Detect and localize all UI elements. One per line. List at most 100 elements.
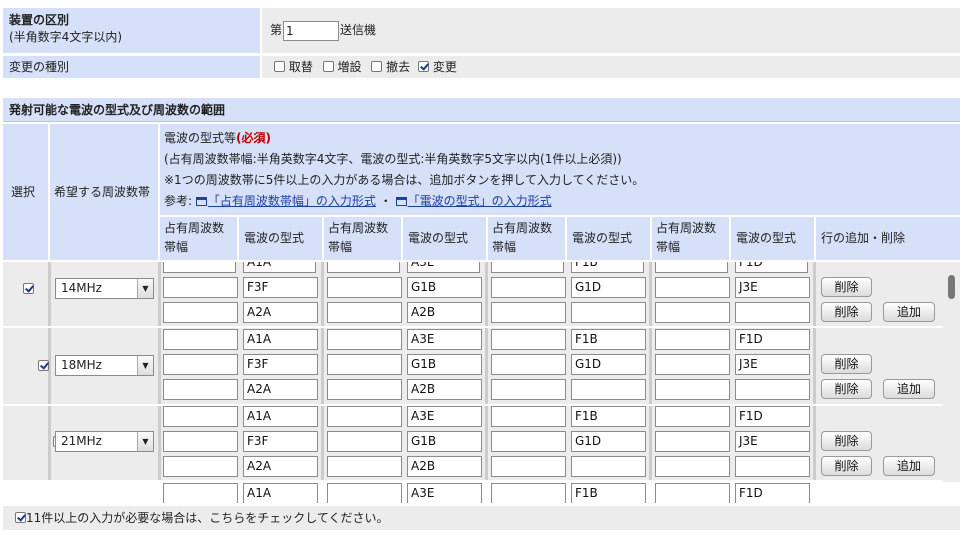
bandwidth-input[interactable] [163, 277, 238, 298]
emission-format-link[interactable]: 「電波の型式」の入力形式 [408, 194, 552, 208]
add-button[interactable]: 追加 [883, 456, 935, 476]
bandwidth-input[interactable] [327, 379, 402, 400]
emission-type-input[interactable]: F1B [571, 262, 644, 273]
bandwidth-input[interactable] [491, 277, 566, 298]
emission-type-input[interactable]: F3F [243, 431, 318, 452]
emission-type-input[interactable]: G1D [571, 431, 646, 452]
emission-type-input[interactable] [735, 302, 810, 323]
bandwidth-input[interactable] [655, 379, 730, 400]
bandwidth-input[interactable] [491, 354, 566, 375]
emission-type-input[interactable]: F3F [243, 277, 318, 298]
emission-type-input[interactable]: A3E [407, 406, 482, 427]
bandwidth-input[interactable] [163, 354, 238, 375]
change-option-replace[interactable]: 取替 [274, 60, 313, 74]
emission-type-input[interactable]: F1D [735, 262, 808, 273]
bandwidth-input[interactable] [491, 329, 566, 350]
change-option-remove[interactable]: 撤去 [371, 60, 410, 74]
emission-type-input[interactable]: A2A [243, 379, 318, 400]
emission-type-input[interactable]: A2A [243, 456, 318, 477]
emission-type-input[interactable]: G1D [571, 354, 646, 375]
emission-type-input[interactable]: F1D [735, 406, 810, 427]
bandwidth-input[interactable] [655, 483, 730, 503]
group-select-checkbox[interactable] [23, 283, 34, 294]
bandwidth-input[interactable] [327, 456, 402, 477]
bandwidth-input[interactable] [163, 483, 238, 503]
emission-type-input[interactable]: J3E [735, 277, 810, 298]
bandwidth-input[interactable] [327, 302, 402, 323]
emission-type-input[interactable] [735, 456, 810, 477]
change-option-add[interactable]: 増設 [322, 60, 362, 74]
change-option-change[interactable]: 変更 [418, 60, 457, 74]
bandwidth-input[interactable] [327, 406, 402, 427]
bandwidth-input[interactable] [655, 277, 730, 298]
emission-type-input[interactable]: G1B [407, 277, 482, 298]
bandwidth-input[interactable] [655, 354, 730, 375]
bandwidth-input[interactable] [655, 431, 730, 452]
bandwidth-input[interactable] [491, 302, 566, 323]
emission-type-input[interactable]: A1A [243, 406, 318, 427]
bandwidth-input[interactable] [163, 329, 238, 350]
bandwidth-input[interactable] [327, 354, 402, 375]
bandwidth-input[interactable] [491, 379, 566, 400]
emission-type-input[interactable]: A2B [407, 379, 482, 400]
remove-checkbox[interactable] [371, 61, 383, 72]
bandwidth-input[interactable] [655, 329, 730, 350]
more-entries-checkbox[interactable] [15, 512, 26, 523]
emission-type-input[interactable]: G1D [571, 277, 646, 298]
emission-type-input[interactable]: F1B [571, 483, 646, 503]
bandwidth-input[interactable] [163, 262, 236, 273]
bandwidth-input[interactable] [491, 262, 564, 273]
emission-type-input[interactable]: J3E [735, 354, 810, 375]
bandwidth-input[interactable] [163, 406, 238, 427]
bandwidth-input[interactable] [491, 483, 566, 503]
bandwidth-input[interactable] [327, 277, 402, 298]
delete-button[interactable]: 削除 [821, 277, 872, 297]
replace-checkbox[interactable] [274, 61, 285, 72]
emission-type-input[interactable] [571, 302, 646, 323]
bandwidth-input[interactable] [327, 262, 400, 273]
emission-type-input[interactable] [571, 379, 646, 400]
emission-type-input[interactable]: F3F [243, 354, 318, 375]
emission-type-input[interactable]: F1B [571, 329, 646, 350]
bandwidth-input[interactable] [655, 456, 730, 477]
emission-type-input[interactable]: A2A [243, 302, 318, 323]
add-button[interactable]: 追加 [883, 379, 935, 399]
emission-type-input[interactable]: G1B [407, 431, 482, 452]
emission-type-input[interactable]: A3E [407, 262, 480, 273]
device-number-input[interactable]: 1 [283, 20, 340, 41]
bandwidth-input[interactable] [163, 302, 238, 323]
emission-type-input[interactable]: A1A [243, 329, 318, 350]
emission-type-input[interactable]: A3E [407, 329, 482, 350]
frequency-select[interactable]: 18MHz ▼ [55, 355, 154, 376]
bandwidth-input[interactable] [327, 431, 402, 452]
emission-type-input[interactable]: F1D [735, 329, 810, 350]
emission-type-input[interactable]: A3E [407, 483, 482, 503]
group-select-checkbox[interactable] [37, 360, 49, 371]
add-checkbox[interactable] [322, 61, 334, 72]
delete-button[interactable]: 削除 [821, 354, 872, 374]
emission-type-input[interactable]: F1B [571, 406, 646, 427]
bandwidth-input[interactable] [163, 379, 238, 400]
bandwidth-input[interactable] [655, 302, 730, 323]
emission-type-input[interactable]: A2B [407, 456, 482, 477]
change-checkbox[interactable] [418, 61, 430, 72]
delete-button[interactable]: 削除 [821, 379, 872, 399]
emission-type-input[interactable] [571, 456, 646, 477]
emission-type-input[interactable]: A1A [243, 262, 316, 273]
bandwidth-input[interactable] [655, 406, 730, 427]
bandwidth-input[interactable] [491, 431, 566, 452]
scrollbar-thumb[interactable] [948, 275, 955, 299]
emission-type-input[interactable]: A2B [407, 302, 482, 323]
bandwidth-input[interactable] [491, 456, 566, 477]
delete-button[interactable]: 削除 [821, 302, 872, 322]
emission-type-input[interactable]: G1B [407, 354, 482, 375]
bandwidth-input[interactable] [163, 456, 238, 477]
bandwidth-input[interactable] [491, 406, 566, 427]
bandwidth-format-link[interactable]: 「占有周波数帯幅」の入力形式 [208, 194, 376, 208]
frequency-select[interactable]: 14MHz ▼ [55, 278, 154, 299]
emission-type-input[interactable]: J3E [735, 431, 810, 452]
bandwidth-input[interactable] [655, 262, 728, 273]
add-button[interactable]: 追加 [883, 302, 935, 322]
bandwidth-input[interactable] [163, 431, 238, 452]
frequency-select[interactable]: 21MHz ▼ [55, 431, 154, 452]
